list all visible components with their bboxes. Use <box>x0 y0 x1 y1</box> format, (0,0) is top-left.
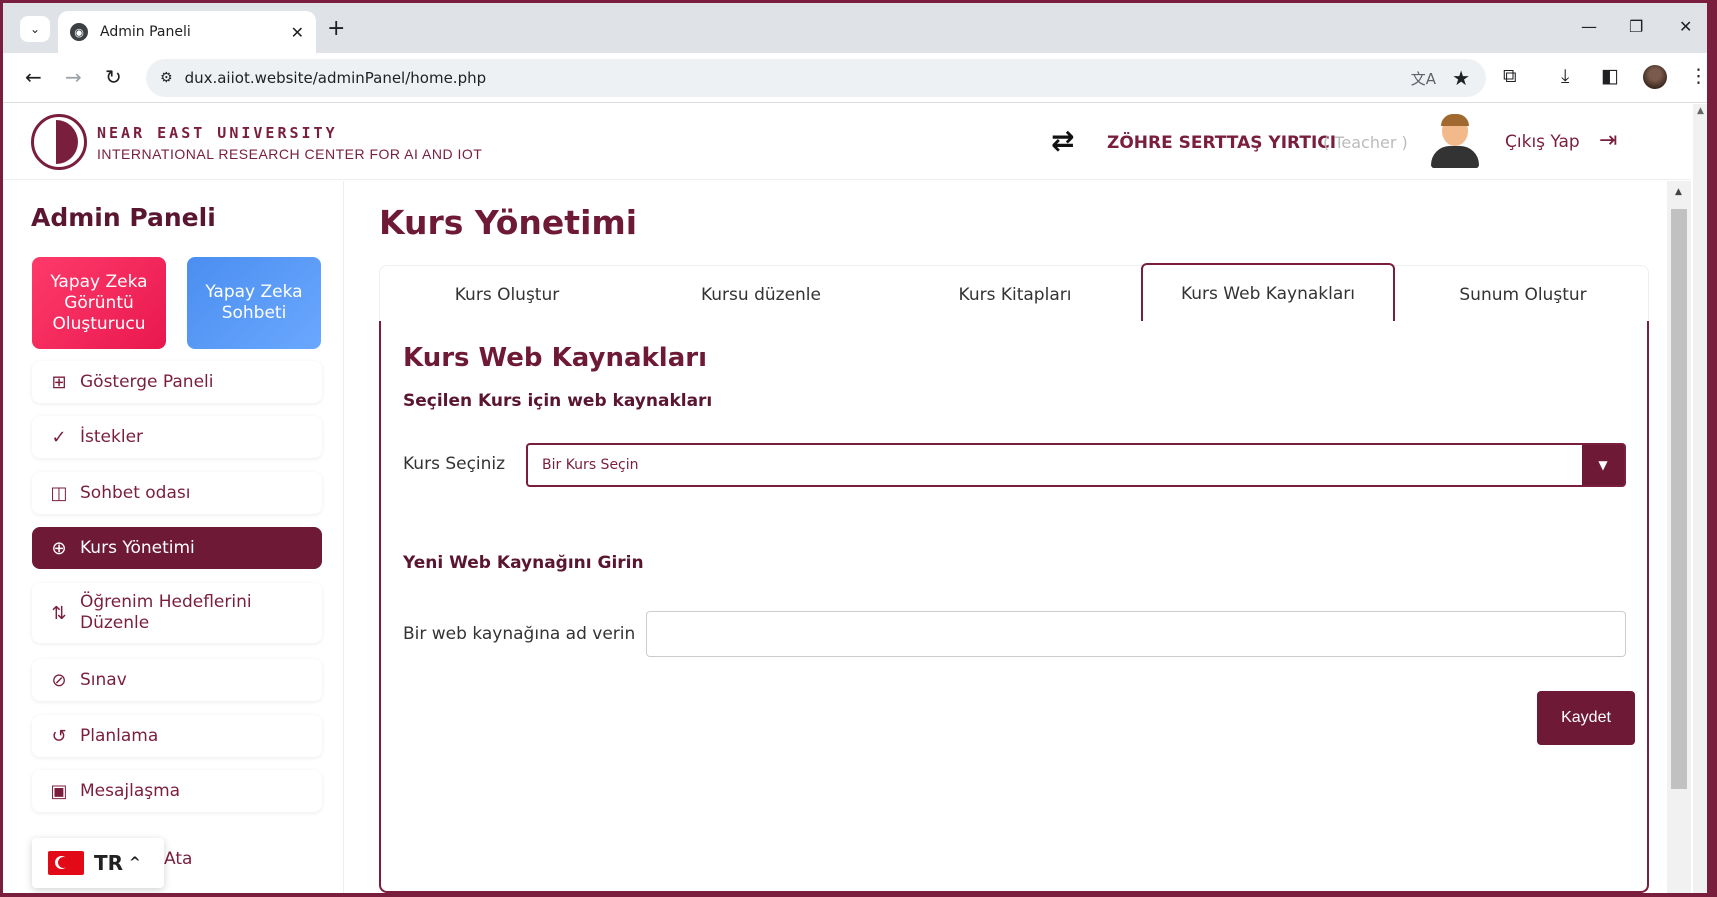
resource-name-label: Bir web kaynağına ad verin <box>403 624 636 644</box>
scrollbar-thumb[interactable] <box>1671 209 1687 789</box>
browser-toolbar: ← → ↻ ⚙ dux.aiiot.website/adminPanel/hom… <box>3 53 1707 103</box>
forward-icon[interactable]: → <box>65 65 82 89</box>
back-icon[interactable]: ← <box>25 65 42 89</box>
reload-icon[interactable]: ↻ <box>105 65 122 89</box>
university-logo-icon <box>31 114 87 170</box>
sidebar-item-messaging[interactable]: ▣ Mesajlaşma <box>32 770 322 812</box>
restore-button[interactable]: ❐ <box>1629 17 1643 36</box>
chevron-up-icon: ^ <box>129 855 141 871</box>
address-bar[interactable]: ⚙ dux.aiiot.website/adminPanel/home.php … <box>146 59 1486 97</box>
profile-avatar[interactable] <box>1643 65 1667 89</box>
scroll-up-icon[interactable]: ▲ <box>1675 187 1682 197</box>
history-icon: ↺ <box>51 725 67 747</box>
course-select-value: Bir Kurs Seçin <box>542 457 639 473</box>
page-title: Kurs Yönetimi <box>379 203 638 242</box>
browser-tabstrip: ⌄ ◉ Admin Paneli ✕ + — ❐ ✕ <box>3 3 1707 53</box>
web-resources-card: Kurs Web Kaynakları Seçilen Kurs için we… <box>379 321 1649 893</box>
sidebar-item-requests[interactable]: ✓ İstekler <box>32 416 322 458</box>
sidebar: Admin Paneli Yapay Zeka Görüntü Oluşturu… <box>3 181 344 893</box>
sidebar-item-label: İstekler <box>80 427 144 447</box>
dropdown-arrow-icon[interactable]: ▼ <box>1582 445 1624 485</box>
ai-image-generator-tile[interactable]: Yapay Zeka Görüntü Oluşturucu <box>32 257 166 349</box>
logout-link[interactable]: Çıkış Yap <box>1505 132 1580 152</box>
card-title: Kurs Web Kaynakları <box>403 343 707 373</box>
resource-name-input[interactable] <box>646 611 1626 657</box>
switch-role-icon[interactable]: ⇄ <box>1051 124 1074 157</box>
user-name: ZÖHRE SERTTAŞ YIRTICI <box>1107 133 1337 153</box>
turkey-flag-icon <box>48 851 84 875</box>
section-selected-course: Seçilen Kurs için web kaynakları <box>403 391 713 411</box>
ai-chat-tile[interactable]: Yapay Zeka Sohbeti <box>187 257 321 349</box>
site-info-icon[interactable]: ⚙ <box>160 70 173 86</box>
language-selector[interactable]: TR ^ <box>32 838 164 888</box>
side-panel-icon[interactable]: ◧ <box>1601 65 1619 87</box>
browser-tab[interactable]: ◉ Admin Paneli ✕ <box>58 11 316 53</box>
tab-web-resources[interactable]: Kurs Web Kaynakları <box>1141 263 1395 322</box>
dashboard-icon: ⊞ <box>51 371 67 393</box>
sort-icon: ⇅ <box>51 602 67 624</box>
window-close-button[interactable]: ✕ <box>1679 17 1692 36</box>
sidebar-item-label: Öğrenim Hedeflerini Düzenle <box>80 592 252 633</box>
user-avatar[interactable] <box>1429 114 1481 170</box>
sidebar-item-label: Sohbet odası <box>80 483 191 503</box>
compass-icon: ⊘ <box>51 669 67 691</box>
scroll-up-icon[interactable]: ▲ <box>1697 106 1704 116</box>
main-content: Kurs Yönetimi Kurs Oluştur Kursu düzenle… <box>345 181 1685 893</box>
minimize-button[interactable]: — <box>1581 17 1597 36</box>
tab-close-icon[interactable]: ✕ <box>291 23 304 42</box>
content-scrollbar[interactable]: ▲ <box>1667 181 1691 893</box>
site-favicon-icon: ◉ <box>70 23 88 41</box>
sidebar-item-assign-partial[interactable]: Ata <box>164 849 192 869</box>
sidebar-item-label: Mesajlaşma <box>80 781 181 801</box>
sidebar-item-course-management[interactable]: ⊕ Kurs Yönetimi <box>32 527 322 569</box>
course-select[interactable]: Bir Kurs Seçin ▼ <box>526 443 1626 487</box>
sidebar-item-learning-objectives[interactable]: ⇅ Öğrenim Hedeflerini Düzenle <box>32 583 322 643</box>
page-scrollbar[interactable]: ▲ <box>1693 104 1707 893</box>
section-new-web-resource: Yeni Web Kaynağını Girin <box>403 553 644 573</box>
tab-title: Admin Paneli <box>100 24 191 40</box>
logout-icon[interactable]: ⇥ <box>1599 128 1617 153</box>
sidebar-item-exam[interactable]: ⊘ Sınav <box>32 659 322 701</box>
logo-name: NEAR EAST UNIVERSITY <box>97 124 338 142</box>
save-button[interactable]: Kaydet <box>1537 691 1635 745</box>
sidebar-title: Admin Paneli <box>31 203 216 232</box>
check-circle-icon: ✓ <box>51 426 67 448</box>
grid-plus-icon: ⊕ <box>51 537 67 559</box>
sidebar-item-label: Gösterge Paneli <box>80 372 214 392</box>
message-icon: ▣ <box>50 780 68 802</box>
language-code: TR <box>94 851 124 875</box>
url-text[interactable]: dux.aiiot.website/adminPanel/home.php <box>185 69 1411 87</box>
download-icon[interactable]: ⤓ <box>1561 65 1569 87</box>
sidebar-item-chat-room[interactable]: ◫ Sohbet odası <box>32 472 322 514</box>
sidebar-item-label: Kurs Yönetimi <box>80 538 195 558</box>
course-select-label: Kurs Seçiniz <box>403 454 506 474</box>
sidebar-item-planning[interactable]: ↺ Planlama <box>32 715 322 757</box>
new-tab-button[interactable]: + <box>327 16 345 41</box>
translate-icon[interactable]: 文A <box>1411 68 1436 89</box>
sidebar-item-label: Planlama <box>80 726 159 746</box>
bookmark-star-icon[interactable]: ★ <box>1452 66 1470 90</box>
logo-subtitle: INTERNATIONAL RESEARCH CENTER FOR AI AND… <box>97 146 483 162</box>
menu-kebab-icon[interactable]: ⋮ <box>1689 65 1707 87</box>
tab-search-dropdown[interactable]: ⌄ <box>20 16 50 42</box>
app-frame: ⌄ ◉ Admin Paneli ✕ + — ❐ ✕ ← → ↻ ⚙ dux.a… <box>0 0 1717 897</box>
sidebar-item-label: Sınav <box>80 670 127 690</box>
active-tab-layer: Kurs Web Kaynakları <box>379 263 1649 322</box>
site-header: NEAR EAST UNIVERSITY INTERNATIONAL RESEA… <box>3 104 1691 180</box>
extensions-icon[interactable]: ⧉ <box>1503 65 1517 87</box>
user-role: ( Teacher ) <box>1323 133 1408 152</box>
chat-icon: ◫ <box>50 482 68 504</box>
sidebar-item-dashboard[interactable]: ⊞ Gösterge Paneli <box>32 361 322 403</box>
